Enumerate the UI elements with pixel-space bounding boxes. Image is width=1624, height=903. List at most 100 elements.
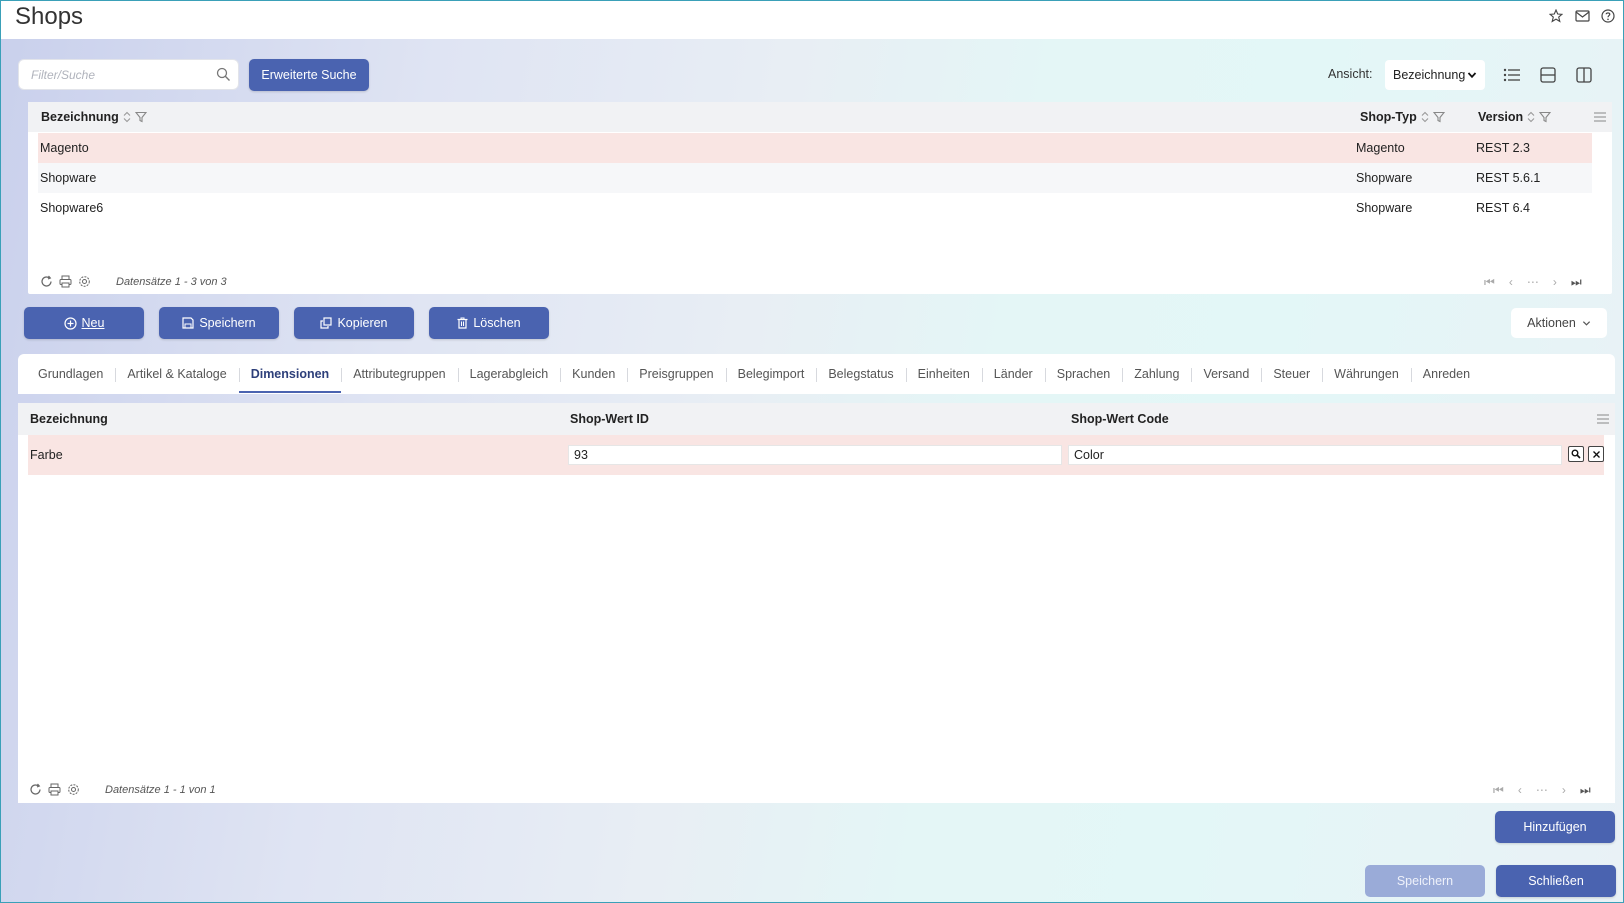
shop-wert-code-input[interactable]: Color — [1068, 445, 1562, 465]
tab-waehrungen[interactable]: Währungen — [1322, 354, 1411, 394]
settings-icon[interactable] — [67, 783, 80, 796]
filter-icon — [1432, 111, 1445, 123]
record-count: Datensätze 1 - 1 von 1 — [105, 784, 216, 796]
actions-dropdown-label: Aktionen — [1527, 316, 1576, 330]
cell-bezeichnung: Shopware6 — [40, 201, 104, 215]
table-row[interactable]: Shopware6 Shopware REST 6.4 — [38, 193, 1592, 223]
tab-artikel-kataloge[interactable]: Artikel & Kataloge — [115, 354, 238, 394]
mail-icon[interactable] — [1573, 7, 1591, 25]
tab-versand[interactable]: Versand — [1191, 354, 1261, 394]
table-row[interactable]: Shopware Shopware REST 5.6.1 — [38, 163, 1592, 193]
copy-button[interactable]: Kopieren — [294, 307, 414, 339]
column-header-bezeichnung[interactable]: Bezeichnung — [30, 412, 108, 426]
more-pages-icon[interactable]: ⋯ — [1536, 783, 1548, 798]
cell-version: REST 5.6.1 — [1476, 171, 1541, 185]
view-label: Ansicht: — [1328, 67, 1373, 81]
dimensions-grid-footer: Datensätze 1 - 1 von 1 ⏮ ‹ ⋯ › ⏭ — [18, 779, 1615, 803]
search-input[interactable] — [19, 60, 199, 89]
vertical-split-icon[interactable] — [1573, 64, 1595, 86]
record-count: Datensätze 1 - 3 von 3 — [116, 276, 227, 288]
refresh-icon[interactable] — [40, 275, 53, 288]
cell-version: REST 2.3 — [1476, 141, 1530, 155]
trash-icon — [457, 317, 468, 329]
settings-icon[interactable] — [78, 275, 91, 288]
column-label: Version — [1478, 110, 1524, 124]
list-view-icon[interactable] — [1501, 64, 1523, 86]
table-row[interactable]: Magento Magento REST 2.3 — [38, 133, 1592, 163]
clear-button[interactable] — [1588, 446, 1604, 462]
column-label: Shop-Typ — [1360, 110, 1417, 124]
tab-belegstatus[interactable]: Belegstatus — [816, 354, 905, 394]
save-dialog-button[interactable]: Speichern — [1365, 865, 1485, 897]
tab-sprachen[interactable]: Sprachen — [1044, 354, 1123, 394]
column-menu-icon[interactable] — [1594, 112, 1606, 122]
column-header-shop-wert-id[interactable]: Shop-Wert ID — [570, 412, 649, 426]
page-title: Shops — [15, 3, 84, 30]
shops-grid: Bezeichnung Shop-Typ Version Magento Mag… — [28, 102, 1612, 294]
column-header-shop-typ[interactable]: Shop-Typ — [1360, 110, 1445, 124]
save-button[interactable]: Speichern — [159, 307, 279, 339]
search-icon[interactable] — [216, 67, 231, 85]
print-icon[interactable] — [48, 783, 61, 796]
dimensions-grid-header: Bezeichnung Shop-Wert ID Shop-Wert Code — [18, 403, 1615, 435]
tab-zahlung[interactable]: Zahlung — [1122, 354, 1191, 394]
add-button[interactable]: Hinzufügen — [1495, 811, 1615, 843]
filter-icon — [134, 111, 147, 123]
pager: ⏮ ‹ ⋯ › ⏭ — [1484, 275, 1582, 290]
tab-einheiten[interactable]: Einheiten — [905, 354, 982, 394]
save-button-label: Speichern — [199, 316, 256, 330]
more-pages-icon[interactable]: ⋯ — [1527, 275, 1539, 290]
prev-page-icon[interactable]: ‹ — [1509, 275, 1513, 290]
tab-preisgruppen[interactable]: Preisgruppen — [627, 354, 725, 394]
column-header-version[interactable]: Version — [1478, 110, 1552, 124]
last-page-icon[interactable]: ⏭ — [1571, 275, 1582, 290]
advanced-search-button[interactable]: Erweiterte Suche — [249, 59, 369, 91]
sort-icon — [1421, 111, 1429, 123]
copy-icon — [320, 317, 333, 329]
view-select-value: Bezeichnung — [1393, 68, 1466, 82]
horizontal-split-icon[interactable] — [1537, 64, 1559, 86]
print-icon[interactable] — [59, 275, 72, 288]
tab-steuer[interactable]: Steuer — [1261, 354, 1322, 394]
chevron-down-icon — [1467, 69, 1477, 83]
pager: ⏮ ‹ ⋯ › ⏭ — [1493, 783, 1591, 798]
star-icon[interactable] — [1547, 7, 1565, 25]
cell-shop-typ: Shopware — [1356, 201, 1413, 215]
tab-kunden[interactable]: Kunden — [560, 354, 627, 394]
tab-attributegruppen[interactable]: Attributegruppen — [341, 354, 457, 394]
view-select[interactable]: Bezeichnung — [1385, 60, 1485, 90]
tab-dimensionen[interactable]: Dimensionen — [238, 354, 342, 394]
tab-anreden[interactable]: Anreden — [1410, 354, 1482, 394]
tab-laender[interactable]: Länder — [981, 354, 1045, 394]
help-icon[interactable] — [1599, 7, 1617, 25]
cell-shop-typ: Magento — [1356, 141, 1405, 155]
lookup-button[interactable] — [1568, 446, 1584, 462]
new-button-label: Neu — [81, 316, 105, 330]
search-box — [18, 59, 239, 90]
delete-button[interactable]: Löschen — [429, 307, 549, 339]
column-menu-icon[interactable] — [1597, 414, 1609, 424]
prev-page-icon[interactable]: ‹ — [1518, 783, 1522, 798]
save-icon — [182, 317, 194, 329]
first-page-icon[interactable]: ⏮ — [1493, 783, 1504, 798]
shop-wert-id-input[interactable]: 93 — [568, 445, 1062, 465]
actions-dropdown[interactable]: Aktionen — [1511, 308, 1607, 338]
refresh-icon[interactable] — [29, 783, 42, 796]
table-row[interactable]: Farbe 93 Color — [28, 435, 1604, 475]
tab-grundlagen[interactable]: Grundlagen — [26, 354, 115, 394]
new-button[interactable]: Neu — [24, 307, 144, 339]
next-page-icon[interactable]: › — [1562, 783, 1566, 798]
plus-circle-icon — [63, 316, 77, 330]
tab-lagerabgleich[interactable]: Lagerabgleich — [457, 354, 561, 394]
close-button[interactable]: Schließen — [1496, 865, 1616, 897]
column-header-shop-wert-code[interactable]: Shop-Wert Code — [1071, 412, 1169, 426]
first-page-icon[interactable]: ⏮ — [1484, 275, 1495, 290]
tab-belegimport[interactable]: Belegimport — [725, 354, 817, 394]
last-page-icon[interactable]: ⏭ — [1580, 783, 1591, 798]
cell-bezeichnung: Farbe — [30, 448, 63, 462]
column-label: Bezeichnung — [41, 110, 119, 124]
cell-shop-typ: Shopware — [1356, 171, 1413, 185]
column-header-bezeichnung[interactable]: Bezeichnung — [41, 110, 147, 124]
shops-window: Shops Erweiterte Suche Ansicht: Bezeichn… — [0, 0, 1624, 903]
next-page-icon[interactable]: › — [1553, 275, 1557, 290]
